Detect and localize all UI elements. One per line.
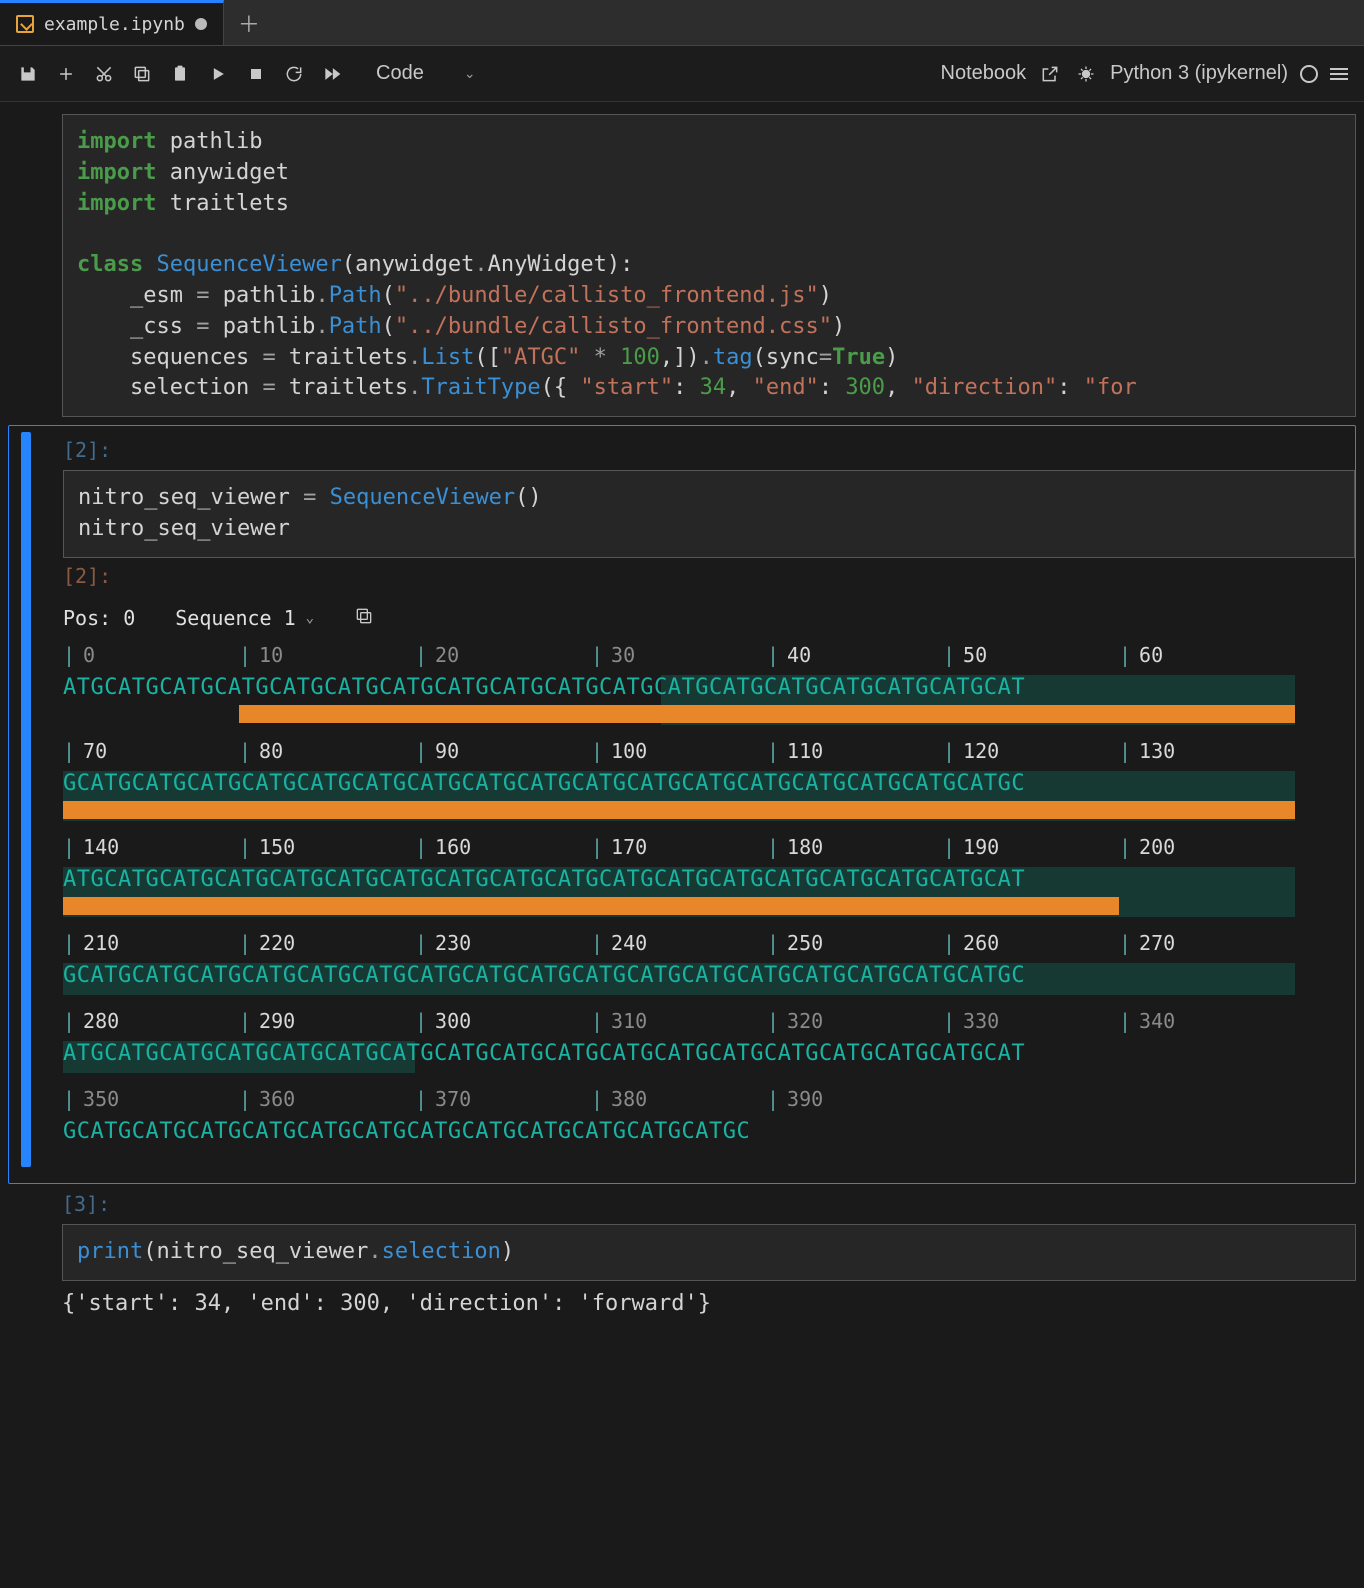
cell-type-label: Code (376, 62, 424, 85)
copy-sequence-button[interactable] (354, 606, 374, 631)
sequence-select[interactable]: Sequence 1 ⌄ (175, 606, 314, 630)
save-button[interactable] (16, 62, 40, 86)
ruler-tick: |250 (767, 933, 823, 953)
ruler-tick: |170 (591, 837, 647, 857)
ruler-tick: |200 (1119, 837, 1175, 857)
output-text: {'start': 34, 'end': 300, 'direction': '… (62, 1281, 1356, 1316)
ruler-tick: |390 (767, 1089, 823, 1109)
notebook-icon (16, 15, 34, 33)
ruler-tick: |110 (767, 741, 823, 761)
ruler-tick: |220 (239, 933, 295, 953)
unsaved-indicator-icon (195, 18, 207, 30)
input-prompt: [2]: (63, 438, 1355, 462)
ruler-tick: |270 (1119, 933, 1175, 953)
sequence-text[interactable]: ATGCATGCATGCATGCATGCATGCATGCATGCATGCATGC… (63, 677, 1025, 699)
ruler-tick: |360 (239, 1089, 295, 1109)
tab-bar: example.ipynb ＋ (0, 0, 1364, 46)
ruler-tick: |130 (1119, 741, 1175, 761)
code-input[interactable]: print(nitro_seq_viewer.selection) (62, 1224, 1356, 1281)
ruler-tick: |0 (63, 645, 95, 665)
chevron-down-icon: ⌄ (306, 610, 314, 626)
ruler-tick: |180 (767, 837, 823, 857)
sequence-text[interactable]: GCATGCATGCATGCATGCATGCATGCATGCATGCATGCAT… (63, 965, 1025, 987)
ruler-tick: |380 (591, 1089, 647, 1109)
sequence-text[interactable]: GCATGCATGCATGCATGCATGCATGCATGCATGCATGCAT… (63, 1121, 750, 1143)
sequence-text[interactable]: GCATGCATGCATGCATGCATGCATGCATGCATGCATGCAT… (63, 773, 1025, 795)
output-prompt: [2]: (63, 564, 1355, 588)
run-all-button[interactable] (320, 62, 344, 86)
notebook-trusted-label: Notebook (941, 62, 1027, 85)
sequence-text[interactable]: ATGCATGCATGCATGCATGCATGCATGCATGCATGCATGC… (63, 1043, 1025, 1065)
ruler-tick: |140 (63, 837, 119, 857)
run-button[interactable] (206, 62, 230, 86)
paste-button[interactable] (168, 62, 192, 86)
open-external-icon[interactable] (1038, 62, 1062, 86)
ruler-tick: |100 (591, 741, 647, 761)
cell-3[interactable]: [3]: print(nitro_seq_viewer.selection) {… (8, 1192, 1356, 1316)
ruler-tick: |300 (415, 1011, 471, 1031)
copy-button[interactable] (130, 62, 154, 86)
new-tab-button[interactable]: ＋ (224, 7, 274, 39)
ruler-tick: |120 (943, 741, 999, 761)
cell-1[interactable]: import pathlib import anywidget import t… (8, 114, 1356, 417)
chevron-down-icon: ⌄ (464, 65, 476, 82)
ruler-tick: |330 (943, 1011, 999, 1031)
ruler-tick: |70 (63, 741, 107, 761)
ruler-tick: |10 (239, 645, 283, 665)
cut-button[interactable] (92, 62, 116, 86)
ruler-tick: |30 (591, 645, 635, 665)
ruler-tick: |310 (591, 1011, 647, 1031)
restart-button[interactable] (282, 62, 306, 86)
ruler-tick: |160 (415, 837, 471, 857)
ruler-tick: |150 (239, 837, 295, 857)
ruler-tick: |230 (415, 933, 471, 953)
kernel-name[interactable]: Python 3 (ipykernel) (1110, 62, 1288, 85)
ruler-tick: |90 (415, 741, 459, 761)
ruler-tick: |370 (415, 1089, 471, 1109)
sequence-viewer-widget: Pos: 0 Sequence 1 ⌄ |0 |10 |20 |30 |40 |50 |60… (63, 598, 1355, 1149)
feature-bar[interactable] (239, 705, 1295, 723)
insert-cell-button[interactable] (54, 62, 78, 86)
execution-indicator (21, 432, 31, 1167)
input-prompt: [3]: (62, 1192, 1356, 1216)
ruler-tick: |260 (943, 933, 999, 953)
feature-bar[interactable] (63, 801, 1295, 819)
tab-filename: example.ipynb (44, 14, 185, 35)
sequence-select-label: Sequence 1 (175, 606, 295, 630)
ruler-tick: |280 (63, 1011, 119, 1031)
sequence-canvas[interactable]: |0 |10 |20 |30 |40 |50 |60 ATGCATGCATGCATGCATGC… (63, 645, 1355, 1149)
kernel-status-icon[interactable] (1300, 65, 1318, 83)
ruler-tick: |290 (239, 1011, 295, 1031)
ruler-tick: |340 (1119, 1011, 1175, 1031)
ruler-tick: |20 (415, 645, 459, 665)
kernel-bug-icon[interactable] (1074, 62, 1098, 86)
ruler-tick: |80 (239, 741, 283, 761)
ruler-tick: |350 (63, 1089, 119, 1109)
tab-example-ipynb[interactable]: example.ipynb (0, 0, 224, 45)
cell-2[interactable]: [2]: nitro_seq_viewer = SequenceViewer()… (8, 425, 1356, 1184)
ruler-tick: |50 (943, 645, 987, 665)
ruler-tick: |210 (63, 933, 119, 953)
ruler-tick: |190 (943, 837, 999, 857)
ruler-tick: |240 (591, 933, 647, 953)
feature-bar[interactable] (63, 897, 1119, 915)
position-label: Pos: 0 (63, 606, 135, 630)
cell-type-select[interactable]: Code ⌄ (364, 58, 488, 89)
ruler-tick: |60 (1119, 645, 1163, 665)
code-input[interactable]: import pathlib import anywidget import t… (62, 114, 1356, 417)
ruler-tick: |320 (767, 1011, 823, 1031)
stop-button[interactable] (244, 62, 268, 86)
ruler-tick: |40 (767, 645, 811, 665)
notebook-body: import pathlib import anywidget import t… (0, 102, 1364, 1336)
code-input[interactable]: nitro_seq_viewer = SequenceViewer() nitr… (63, 470, 1355, 558)
menu-button[interactable] (1330, 68, 1348, 80)
sequence-text[interactable]: ATGCATGCATGCATGCATGCATGCATGCATGCATGCATGC… (63, 869, 1025, 891)
notebook-toolbar: Code ⌄ Notebook Python 3 (ipykernel) (0, 46, 1364, 102)
